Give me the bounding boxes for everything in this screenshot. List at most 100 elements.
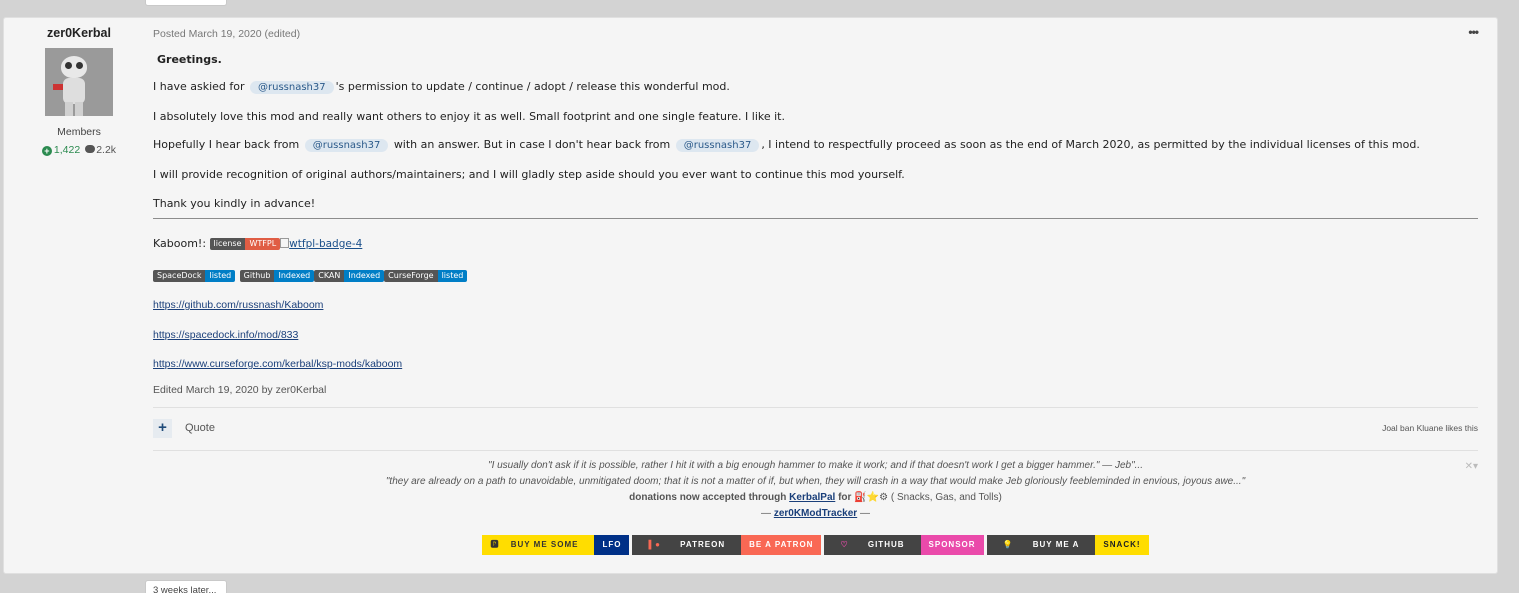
paragraph-3: Hopefully I hear back from @russnash37 w… — [153, 138, 1420, 152]
mention-russnash37[interactable]: @russnash37 — [304, 139, 389, 152]
paragraph-4: I will provide recognition of original a… — [153, 168, 905, 181]
separator — [153, 407, 1478, 408]
buy-me-lfo-badge[interactable]: 🅿 BUY ME SOME LFO — [482, 535, 630, 555]
quote-button[interactable]: Quote — [185, 422, 215, 434]
badge-right: Indexed — [344, 269, 385, 282]
sponsor-badges: 🅿 BUY ME SOME LFO ▌● PATREON BE A PATRON ♡… — [153, 535, 1478, 555]
p3-text-b: with an answer. But in case I don't hear… — [393, 138, 671, 151]
author-group: Members — [57, 126, 101, 138]
signature-donations: donations now accepted through KerbalPal… — [153, 490, 1478, 506]
link-row: https://spacedock.info/mod/833 — [153, 325, 298, 343]
broken-image-link[interactable]: wtfpl-badge-4 — [280, 238, 362, 250]
likes-text[interactable]: Joal ban Kluane likes this — [1382, 423, 1478, 433]
post-count-value: 2.2k — [96, 144, 117, 156]
github-link[interactable]: https://github.com/russnash/Kaboom — [153, 299, 323, 311]
badge-right: Indexed — [274, 269, 315, 282]
paypal-icon-label: 🅿 BUY ME SOME — [482, 535, 595, 555]
time-gap-label: 3 weeks later... — [145, 580, 227, 593]
sponsor-right: SPONSOR — [920, 535, 984, 555]
plus-circle-icon: + — [41, 146, 52, 156]
avatar-kerbal-body — [63, 78, 85, 104]
badge-left: CKAN — [314, 269, 345, 282]
license-badge[interactable]: license WTFPL — [209, 238, 281, 250]
heart-icon-label: ♡ GITHUB — [824, 535, 921, 555]
avatar[interactable] — [45, 48, 113, 116]
donations-text: donations now accepted through — [629, 492, 787, 503]
sponsor-left: BUY ME A — [1032, 540, 1080, 549]
sponsor-left: BUY ME SOME — [510, 540, 579, 549]
badge-left: CurseForge — [384, 269, 438, 282]
curseforge-link[interactable]: https://www.curseforge.com/kerbal/ksp-mo… — [153, 358, 402, 370]
sponsor-left: GITHUB — [867, 540, 905, 549]
comment-icon — [85, 145, 96, 153]
paragraph-1: I have askied for @russnash37's permissi… — [153, 80, 730, 94]
edited-note: Edited March 19, 2020 by zer0Kerbal — [153, 384, 327, 396]
for-text: for — [838, 492, 852, 503]
avatar-kerbal-leg-right — [75, 102, 83, 116]
badge-left: SpaceDock — [153, 269, 206, 282]
link-row: https://www.curseforge.com/kerbal/ksp-mo… — [153, 354, 402, 372]
buy-snack-badge[interactable]: 💡 BUY ME A SNACK! — [986, 535, 1149, 555]
patreon-badge[interactable]: ▌● PATREON BE A PATRON — [632, 535, 822, 555]
separator — [153, 450, 1478, 451]
avatar-kerbal-arm — [53, 84, 63, 90]
p3-text-c: , I intend to respectfully proceed as so… — [761, 138, 1420, 151]
greeting: Greetings. — [157, 53, 222, 66]
kaboom-line: Kaboom!: license WTFPL wtfpl-badge-4 — [153, 237, 362, 250]
p3-text-a: Hopefully I hear back from — [153, 138, 300, 151]
author-panel: zer0Kerbal Members +1,422 2.2k — [4, 18, 154, 156]
spacedock-badge[interactable]: SpaceDock listed — [153, 269, 236, 282]
status-badges: SpaceDock listed Github Indexed CKAN Indexed… — [153, 267, 468, 285]
signature-quote-1: "I usually don't ask if it is possible, … — [488, 460, 1143, 471]
post-menu-icon[interactable]: ••• — [1468, 25, 1479, 39]
mention-russnash37[interactable]: @russnash37 — [675, 139, 760, 152]
spacedock-link[interactable]: https://spacedock.info/mod/833 — [153, 329, 298, 341]
curseforge-badge[interactable]: CurseForge listed — [384, 269, 468, 282]
bulb-icon-label: 💡 BUY ME A — [986, 535, 1096, 555]
ckan-badge[interactable]: CKAN Indexed — [314, 269, 385, 282]
github-sponsor-badge[interactable]: ♡ GITHUB SPONSOR — [824, 535, 984, 555]
broken-image-alt: wtfpl-badge-4 — [289, 238, 363, 250]
sponsor-left: PATREON — [680, 540, 726, 549]
p1-text-after: 's permission to update / continue / ado… — [335, 80, 730, 93]
forum-post: zer0Kerbal Members +1,422 2.2k Posted Ma… — [3, 17, 1498, 574]
divider — [153, 218, 1478, 219]
badge-right: listed — [437, 269, 468, 282]
author-name[interactable]: zer0Kerbal — [4, 26, 154, 40]
badge-right: listed — [205, 269, 236, 282]
p1-text-before: I have askied for — [153, 80, 245, 93]
avatar-kerbal-leg-left — [65, 102, 73, 116]
paragraph-2: I absolutely love this mod and really wa… — [153, 110, 785, 123]
multiquote-plus-button[interactable]: + — [153, 419, 172, 438]
kaboom-label: Kaboom!: — [153, 237, 207, 250]
github-badge[interactable]: Github Indexed — [239, 269, 315, 282]
modtracker-link[interactable]: zer0KModTracker — [774, 508, 857, 519]
patreon-icon-label: ▌● PATREON — [632, 535, 742, 555]
author-stats: +1,422 2.2k — [4, 144, 154, 156]
paragraph-5: Thank you kindly in advance! — [153, 197, 316, 210]
broken-image-icon — [280, 238, 290, 248]
reputation-value: 1,422 — [53, 144, 81, 156]
post-meta[interactable]: Posted March 19, 2020 (edited) — [153, 28, 300, 40]
kerbalpal-link[interactable]: KerbalPal — [789, 492, 835, 503]
fuel-star-gear-icons: ⛽⭐⚙ — [854, 492, 889, 503]
post-actions: + Quote Joal ban Kluane likes this — [153, 417, 1478, 439]
post-count: 2.2k — [85, 144, 116, 156]
link-row: https://github.com/russnash/Kaboom — [153, 295, 323, 313]
signature-quote-2: "they are already on a path to unavoidab… — [385, 476, 1246, 487]
reputation-count[interactable]: +1,422 — [41, 144, 81, 156]
license-badge-left: license — [209, 238, 246, 250]
sponsor-right: SNACK! — [1095, 535, 1149, 555]
badge-left: Github — [239, 269, 275, 282]
mention-russnash37[interactable]: @russnash37 — [250, 81, 334, 94]
dash: — — [859, 508, 870, 519]
sponsor-right: BE A PATRON — [741, 535, 822, 555]
previous-activity-tab — [145, 0, 227, 6]
avatar-eye-left — [65, 62, 72, 69]
license-badge-right: WTFPL — [245, 238, 281, 250]
sponsor-right: LFO — [594, 535, 630, 555]
snacks-text: ( Snacks, Gas, and Tolls) — [890, 492, 1002, 503]
avatar-eye-right — [76, 62, 83, 69]
signature-modtracker: — zer0KModTracker — — [153, 506, 1478, 522]
dash: — — [761, 508, 772, 519]
